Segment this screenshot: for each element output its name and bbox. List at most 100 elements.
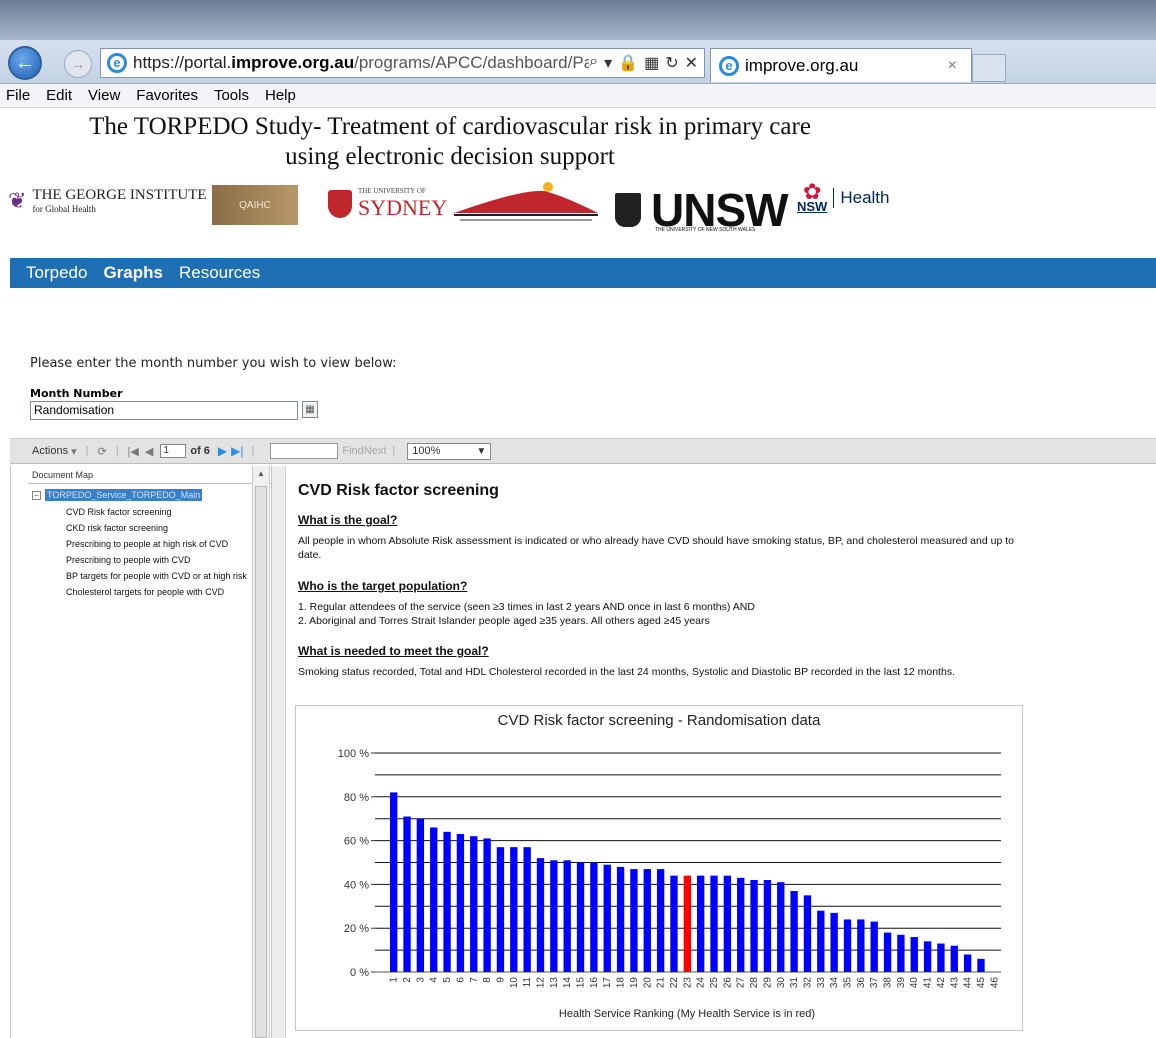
bar [723,875,732,972]
x-tick-label: 27 [736,977,747,989]
lock-icon[interactable]: 🔒 [618,53,638,73]
x-tick-label: 20 [642,977,653,989]
browser-address-row: ← → e https://portal.improve.org.au/prog… [0,40,1156,84]
menu-favorites[interactable]: Favorites [128,87,206,104]
docmap-item-cvd-screening[interactable]: CVD Risk factor screening [66,507,254,517]
browser-tab[interactable]: e improve.org.au × [710,48,972,82]
actions-dropdown-icon[interactable]: ▾ [71,445,77,458]
bar [576,862,585,972]
x-tick-label: 21 [656,977,667,989]
nav-resources[interactable]: Resources [171,263,268,283]
bar [857,919,865,972]
bar [643,869,651,972]
university-of-sydney-logo: THE UNIVERSITY OF SYDNEY [328,187,447,221]
tab-title: improve.org.au [745,55,859,75]
bar [763,880,772,972]
docmap-item-prescribing-high-risk[interactable]: Prescribing to people at high risk of CV… [66,539,254,549]
bar [496,847,505,972]
y-tick-label: 0 % [350,967,369,979]
population-line-1: 1. Regular attendees of the service (see… [298,601,755,613]
docmap-item-ckd-screening[interactable]: CKD risk factor screening [66,523,254,533]
bar [963,954,972,972]
scrollbar-thumb[interactable] [255,486,267,1038]
stop-icon[interactable]: ✕ [685,53,698,73]
docmap-item-prescribing-cvd[interactable]: Prescribing to people with CVD [66,555,254,565]
x-tick-label: 29 [762,977,773,989]
pane-splitter[interactable] [272,466,286,1038]
bar [790,890,798,972]
menu-tools[interactable]: Tools [206,87,257,104]
bar [697,875,705,972]
page-count: of 6 [190,445,210,457]
bar [523,847,531,972]
next-page-icon[interactable]: ▶ [218,444,227,458]
qaihc-logo: QAIHC [212,185,298,225]
address-bar[interactable]: e https://portal.improve.org.au/programs… [100,48,705,78]
scroll-up-icon[interactable]: ▲ [257,469,265,478]
george-institute-mark-icon: ❦ [8,187,27,213]
refresh-report-icon[interactable]: ⟳ [97,445,106,458]
prev-page-icon[interactable]: ◀ [145,445,153,458]
x-tick-label: 35 [843,977,854,989]
x-tick-label: 14 [562,977,573,989]
bar [737,877,745,972]
new-tab-button[interactable] [972,54,1006,82]
x-tick-label: 17 [602,977,613,989]
find-input[interactable] [270,443,339,459]
population-heading: Who is the target population? [298,579,468,593]
x-tick-label: 19 [629,977,640,989]
last-page-icon[interactable]: ▶| [231,444,243,458]
zoom-select[interactable]: 100% [407,442,492,460]
bar [630,869,638,972]
y-tick-label: 80 % [344,792,369,804]
bar [416,818,425,972]
x-tick-label: 41 [923,977,934,989]
tab-close-icon[interactable]: × [948,57,957,75]
dropdown-icon[interactable]: ▾ [604,53,612,73]
bar [843,919,852,972]
find-next-link[interactable]: FindNext [342,445,386,457]
back-button[interactable]: ← [8,46,42,80]
bar [750,880,758,972]
x-tick-label: 10 [509,977,520,989]
document-map-header: Document Map [28,466,271,484]
menu-file[interactable]: File [0,87,38,104]
nav-torpedo[interactable]: Torpedo [10,263,95,283]
month-picker-button[interactable]: ▦ [302,401,318,418]
month-number-input[interactable]: Randomisation [30,401,298,420]
menu-help[interactable]: Help [257,87,304,104]
x-tick-label: 3 [415,977,426,983]
document-map-root[interactable]: − TORPEDO_Service_TORPEDO_Main [32,489,271,501]
collapse-icon[interactable]: − [32,490,41,500]
nsw-health-logo: ✿ NSW Health [797,179,890,214]
page-number-input[interactable]: 1 [160,444,187,458]
compat-icon[interactable]: ▦ [644,53,659,73]
x-tick-label: 25 [709,977,720,989]
x-tick-label: 44 [963,977,974,989]
menu-edit[interactable]: Edit [38,87,80,104]
bar [897,934,905,972]
bar [923,941,932,972]
forward-button[interactable]: → [64,50,92,78]
first-page-icon[interactable]: |◀ [128,445,139,458]
nav-graphs[interactable]: Graphs [95,263,171,283]
docmap-item-cholesterol-targets[interactable]: Cholesterol targets for people with CVD [66,587,254,597]
search-icon[interactable]: ⌕ [589,53,598,73]
left-rule [10,466,11,1038]
refresh-icon[interactable]: ↻ [665,53,678,73]
chart-title: CVD Risk factor screening - Randomisatio… [498,712,821,729]
population-line-2: 2. Aboriginal and Torres Strait Islander… [298,615,710,627]
x-tick-label: 16 [589,977,600,989]
actions-menu[interactable]: Actions [32,445,68,457]
y-tick-label: 20 % [344,923,369,935]
x-tick-label: 46 [989,977,1000,989]
bar [670,875,678,972]
unsw-logo: UNSW THE UNIVERSITY OF NEW SOUTH WALES [615,183,789,237]
x-tick-label: 28 [749,977,760,989]
menu-view[interactable]: View [80,87,128,104]
document-map-scrollbar[interactable]: ▲ [252,466,270,1038]
url-text[interactable]: https://portal.improve.org.au/programs/A… [133,53,589,73]
bar [656,869,665,972]
bar [483,838,491,972]
docmap-item-bp-targets[interactable]: BP targets for people with CVD or at hig… [66,571,254,581]
